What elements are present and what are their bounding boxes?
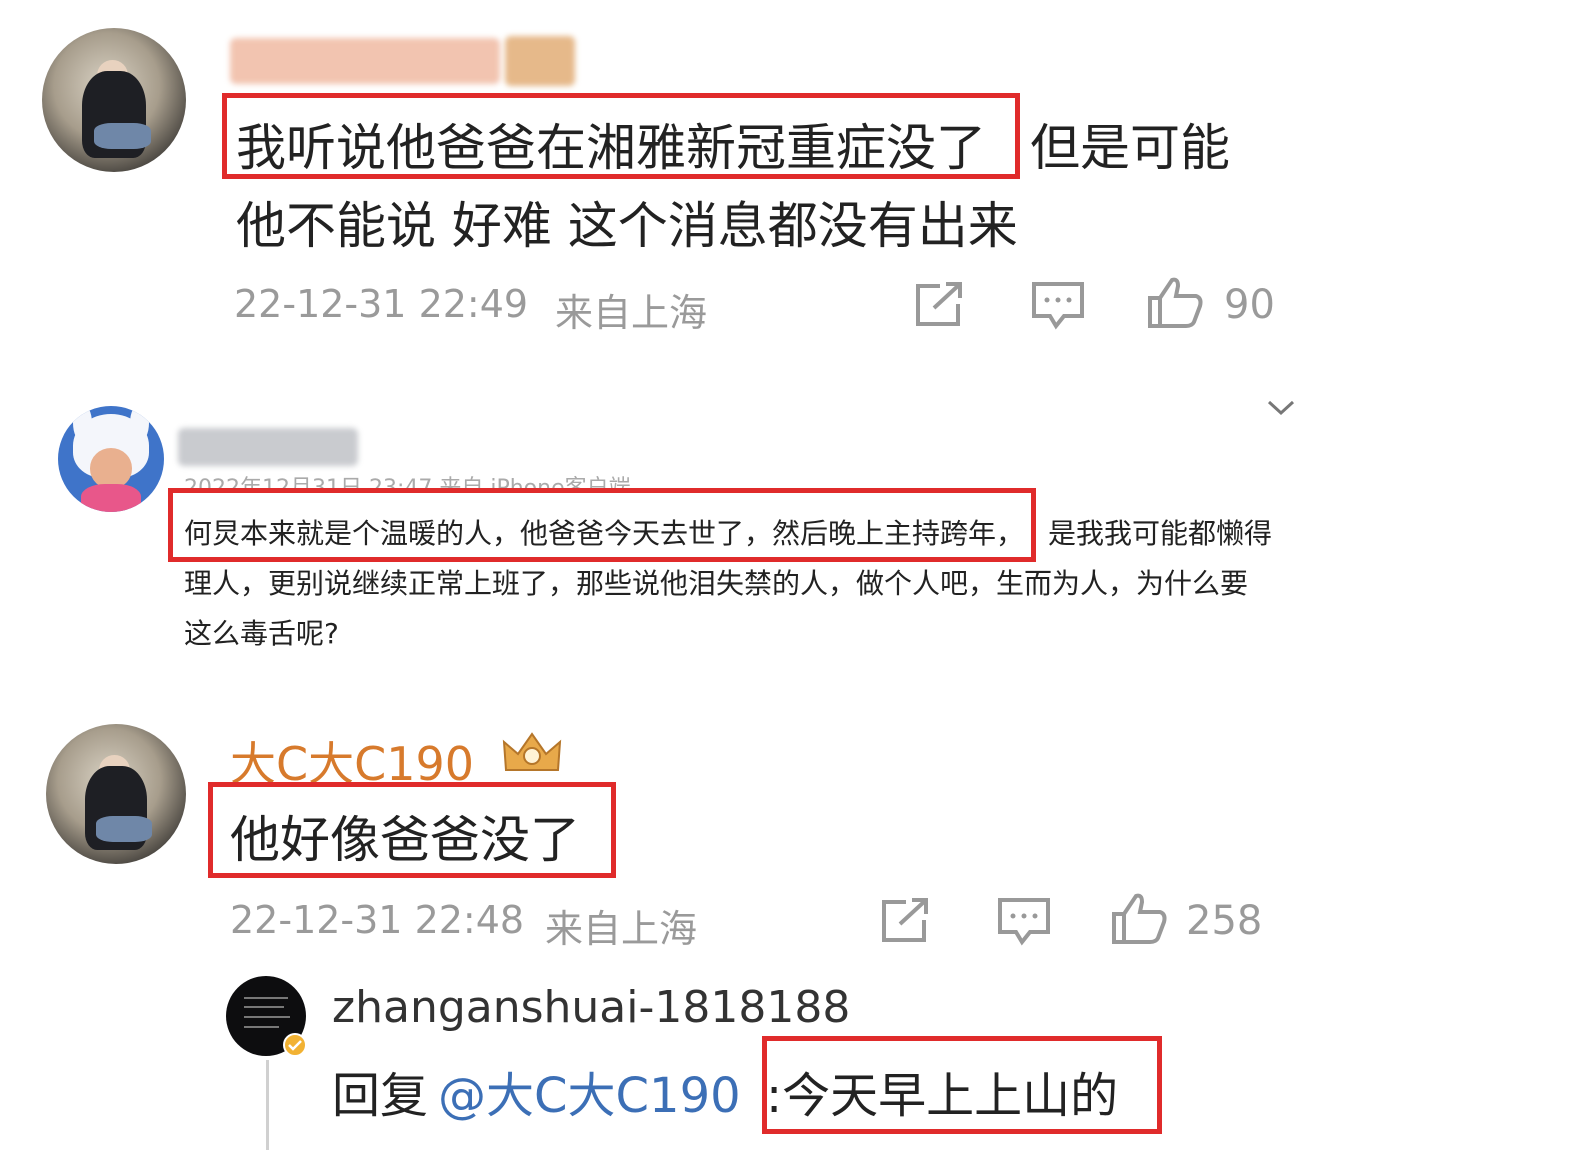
blurred-username: [230, 38, 500, 84]
comment-date: 22-12-31 22:48: [230, 898, 525, 942]
crown-badge-icon: [502, 732, 562, 771]
comment-location: 来自上海: [545, 907, 698, 951]
thumbs-up-icon[interactable]: [1110, 892, 1168, 946]
highlight-box: [762, 1036, 1162, 1134]
comment-icon[interactable]: [1030, 280, 1086, 330]
blurred-badge: [505, 36, 575, 86]
avatar[interactable]: [46, 724, 186, 864]
highlight-box: [208, 782, 616, 878]
thread-line: [266, 1060, 269, 1150]
thumbs-up-icon[interactable]: [1146, 276, 1204, 330]
verified-badge-icon: [283, 1033, 307, 1057]
comment-date: 22-12-31 22:49: [234, 282, 529, 326]
share-icon[interactable]: [878, 896, 932, 944]
comment-text-line2: 他不能说 好难 这个消息都没有出来: [236, 197, 1018, 255]
reply-prefix: 回复: [332, 1068, 429, 1124]
comment-text-line2: 理人，更别说继续正常上班了，那些说他泪失禁的人，做个人吧，生而为人，为什么要: [184, 567, 1249, 600]
comment-text-rest: 但是可能: [1030, 119, 1230, 177]
reply-username[interactable]: zhanganshuai-1818188: [332, 982, 850, 1033]
like-count: 90: [1224, 282, 1275, 328]
comment-text-rest: 是我我可能都懒得: [1048, 517, 1273, 550]
comment-location: 来自上海: [555, 291, 708, 335]
blurred-username: [178, 428, 358, 466]
share-icon[interactable]: [912, 280, 966, 328]
reply-mention[interactable]: @大C大C190: [438, 1056, 741, 1126]
avatar[interactable]: [58, 406, 164, 512]
comment-icon[interactable]: [996, 896, 1052, 946]
comment-text-line3: 这么毒舌呢?: [184, 617, 339, 650]
highlight-box: [168, 488, 1036, 562]
chevron-down-icon[interactable]: [1266, 398, 1296, 418]
highlight-box: [222, 93, 1020, 179]
like-count: 258: [1186, 898, 1263, 944]
avatar[interactable]: [42, 28, 186, 172]
